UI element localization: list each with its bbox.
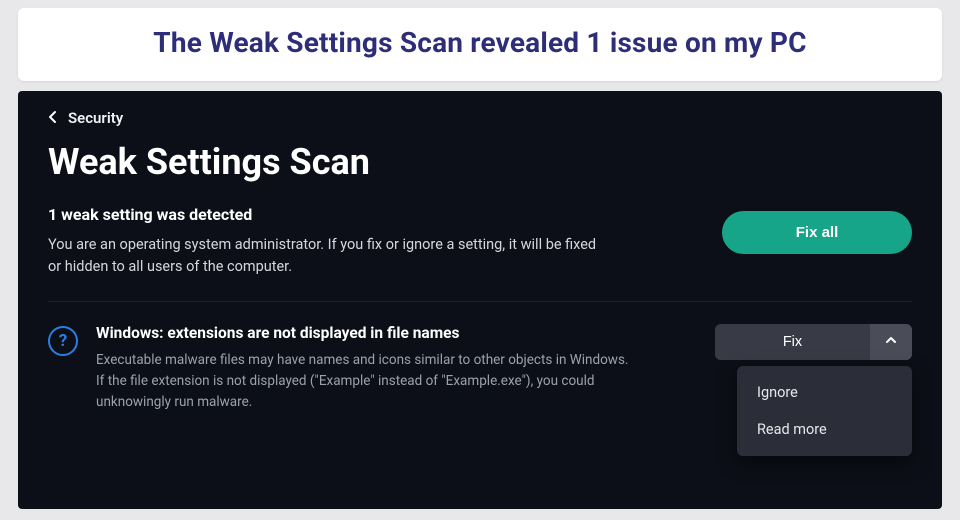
chevron-up-icon — [885, 334, 897, 349]
summary-text: 1 weak setting was detected You are an o… — [48, 205, 608, 279]
fix-all-button[interactable]: Fix all — [722, 211, 912, 254]
summary-heading: 1 weak setting was detected — [48, 205, 608, 224]
fix-button[interactable]: Fix — [715, 324, 870, 360]
page-title: Weak Settings Scan — [48, 141, 912, 183]
menu-item-ignore[interactable]: Ignore — [737, 374, 912, 411]
fix-dropdown-menu: Ignore Read more — [737, 366, 912, 456]
chevron-left-icon — [48, 110, 58, 127]
issue-title: Windows: extensions are not displayed in… — [96, 324, 684, 342]
breadcrumb-parent[interactable]: Security — [68, 109, 123, 127]
issue-description: Executable malware files may have names … — [96, 350, 636, 413]
issue-row: ? Windows: extensions are not displayed … — [48, 302, 912, 456]
summary-row: 1 weak setting was detected You are an o… — [48, 205, 912, 302]
article-caption: The Weak Settings Scan revealed 1 issue … — [18, 8, 942, 81]
fix-split-button: Fix — [715, 324, 912, 360]
summary-body: You are an operating system administrato… — [48, 234, 608, 279]
menu-item-read-more[interactable]: Read more — [737, 411, 912, 448]
issue-body: Windows: extensions are not displayed in… — [96, 324, 684, 413]
issue-actions: Fix Ignore Read more — [702, 324, 912, 456]
caption-heading: The Weak Settings Scan revealed 1 issue … — [38, 26, 922, 59]
app-window: Security Weak Settings Scan 1 weak setti… — [18, 91, 942, 509]
fix-menu-toggle[interactable] — [870, 324, 912, 360]
question-icon: ? — [48, 326, 78, 356]
breadcrumb[interactable]: Security — [48, 109, 912, 127]
